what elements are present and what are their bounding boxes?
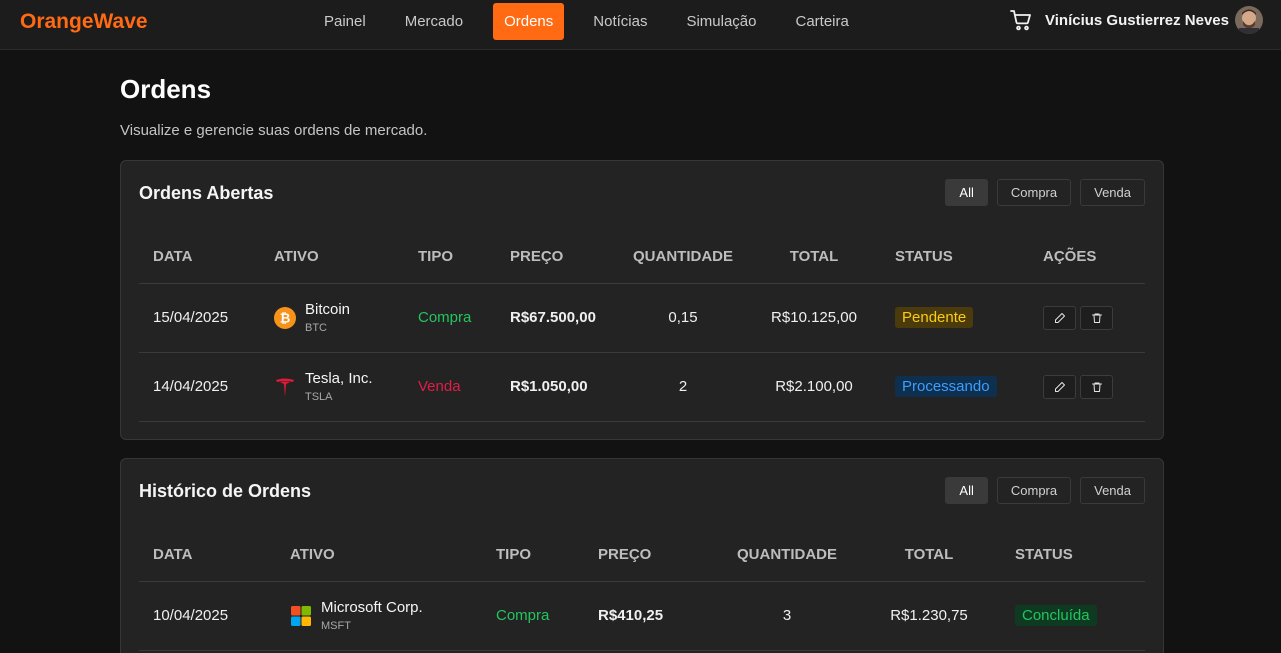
nav-item-ordens[interactable]: Ordens [493, 3, 565, 40]
column-header-total: TOTAL [747, 231, 881, 284]
nav-item-simulacao[interactable]: Simulação [667, 3, 775, 40]
table-row[interactable]: 10/04/2025 Microsoft Corp. MSFT Compra R… [139, 581, 1145, 651]
filter-sell-button[interactable]: Venda [1080, 477, 1145, 504]
user-area: Vinícius Gustierrez Neves [1009, 6, 1263, 34]
order-price: R$67.500,00 [496, 283, 619, 353]
open-orders-table: DATA ATIVO TIPO PREÇO QUANTIDADE TOTAL S… [139, 231, 1145, 422]
filter-buy-button[interactable]: Compra [996, 179, 1072, 206]
column-header-quantity: QUANTIDADE [619, 231, 747, 284]
order-quantity: 3 [717, 581, 857, 651]
pencil-icon [1054, 312, 1065, 323]
page-subtitle: Visualize e gerencie suas ordens de merc… [120, 122, 428, 139]
asset-name: Tesla, Inc. [305, 370, 373, 387]
order-history-table: DATA ATIVO TIPO PREÇO QUANTIDADE TOTAL S… [139, 529, 1145, 651]
order-actions [1029, 352, 1145, 422]
order-status: Pendente [881, 283, 1029, 353]
avatar[interactable] [1235, 6, 1263, 34]
column-header-status: STATUS [1001, 529, 1145, 582]
order-status: Processando [881, 352, 1029, 422]
open-orders-title: Ordens Abertas [139, 183, 274, 203]
table-row[interactable]: 14/04/2025 Tesla, Inc. TSLA Venda R$1.05… [139, 352, 1145, 422]
column-header-date: DATA [139, 231, 260, 284]
nav-item-carteira[interactable]: Carteira [777, 3, 868, 40]
order-date: 14/04/2025 [139, 352, 260, 422]
open-orders-card: Ordens Abertas All Compra Venda DATA ATI… [120, 160, 1164, 440]
status-badge: Concluída [1015, 605, 1097, 626]
column-header-actions: AÇÕES [1029, 231, 1145, 284]
page-title: Ordens [120, 74, 212, 104]
order-status: Concluída [1001, 581, 1145, 651]
column-header-quantity: QUANTIDADE [717, 529, 857, 582]
column-header-asset: ATIVO [260, 231, 404, 284]
status-badge: Processando [895, 376, 997, 397]
asset-ticker: BTC [305, 322, 327, 334]
bitcoin-icon: ₿ [274, 306, 296, 329]
user-name[interactable]: Vinícius Gustierrez Neves [1045, 12, 1229, 29]
delete-button[interactable] [1080, 305, 1113, 330]
column-header-date: DATA [139, 529, 276, 582]
open-orders-filters: All Compra Venda [945, 179, 1145, 206]
main-nav: Painel Mercado Ordens Notícias Simulação… [305, 3, 869, 40]
order-asset: Tesla, Inc. TSLA [260, 352, 404, 422]
asset-name: Bitcoin [305, 301, 351, 318]
top-navbar: OrangeWave Painel Mercado Ordens Notícia… [0, 0, 1281, 50]
asset-name: Microsoft Corp. [321, 599, 423, 616]
nav-item-painel[interactable]: Painel [305, 3, 385, 40]
column-header-status: STATUS [881, 231, 1029, 284]
asset-ticker: TSLA [305, 391, 333, 403]
status-badge: Pendente [895, 307, 974, 328]
history-filters: All Compra Venda [945, 477, 1145, 504]
order-quantity: 0,15 [619, 283, 747, 353]
order-total: R$2.100,00 [747, 352, 881, 422]
order-total: R$10.125,00 [747, 283, 881, 353]
tesla-icon [276, 378, 294, 397]
table-header-row: DATA ATIVO TIPO PREÇO QUANTIDADE TOTAL S… [139, 231, 1145, 284]
order-actions [1029, 283, 1145, 353]
column-header-total: TOTAL [857, 529, 1001, 582]
cart-icon[interactable] [1009, 8, 1033, 32]
app-logo[interactable]: OrangeWave [20, 10, 148, 34]
table-header-row: DATA ATIVO TIPO PREÇO QUANTIDADE TOTAL S… [139, 529, 1145, 582]
order-price: R$410,25 [584, 581, 717, 651]
pencil-icon [1054, 381, 1065, 392]
order-quantity: 2 [619, 352, 747, 422]
filter-all-button[interactable]: All [945, 477, 988, 504]
column-header-type: TIPO [404, 231, 496, 284]
nav-item-mercado[interactable]: Mercado [386, 3, 482, 40]
edit-button[interactable] [1043, 305, 1076, 330]
delete-button[interactable] [1080, 374, 1113, 399]
asset-ticker: MSFT [321, 620, 351, 632]
column-header-price: PREÇO [496, 231, 619, 284]
filter-sell-button[interactable]: Venda [1080, 179, 1145, 206]
order-history-card: Histórico de Ordens All Compra Venda DAT… [120, 458, 1164, 653]
edit-button[interactable] [1043, 374, 1076, 399]
order-type: Compra [482, 581, 584, 651]
order-asset: ₿ Bitcoin BTC [260, 283, 404, 353]
column-header-asset: ATIVO [276, 529, 482, 582]
order-total: R$1.230,75 [857, 581, 1001, 651]
trash-icon [1091, 382, 1102, 392]
order-type: Compra [404, 283, 496, 353]
svg-text:₿: ₿ [280, 311, 291, 326]
order-price: R$1.050,00 [496, 352, 619, 422]
filter-all-button[interactable]: All [945, 179, 988, 206]
nav-item-noticias[interactable]: Notícias [574, 3, 666, 40]
order-asset: Microsoft Corp. MSFT [276, 581, 482, 651]
column-header-type: TIPO [482, 529, 584, 582]
microsoft-icon [291, 605, 311, 626]
order-date: 10/04/2025 [139, 581, 276, 651]
trash-icon [1091, 313, 1102, 323]
order-type: Venda [404, 352, 496, 422]
order-history-title: Histórico de Ordens [139, 481, 312, 501]
filter-buy-button[interactable]: Compra [996, 477, 1072, 504]
column-header-price: PREÇO [584, 529, 717, 582]
order-date: 15/04/2025 [139, 283, 260, 353]
table-row[interactable]: 15/04/2025 ₿ Bitcoin BTC Compra R$67.500… [139, 283, 1145, 353]
